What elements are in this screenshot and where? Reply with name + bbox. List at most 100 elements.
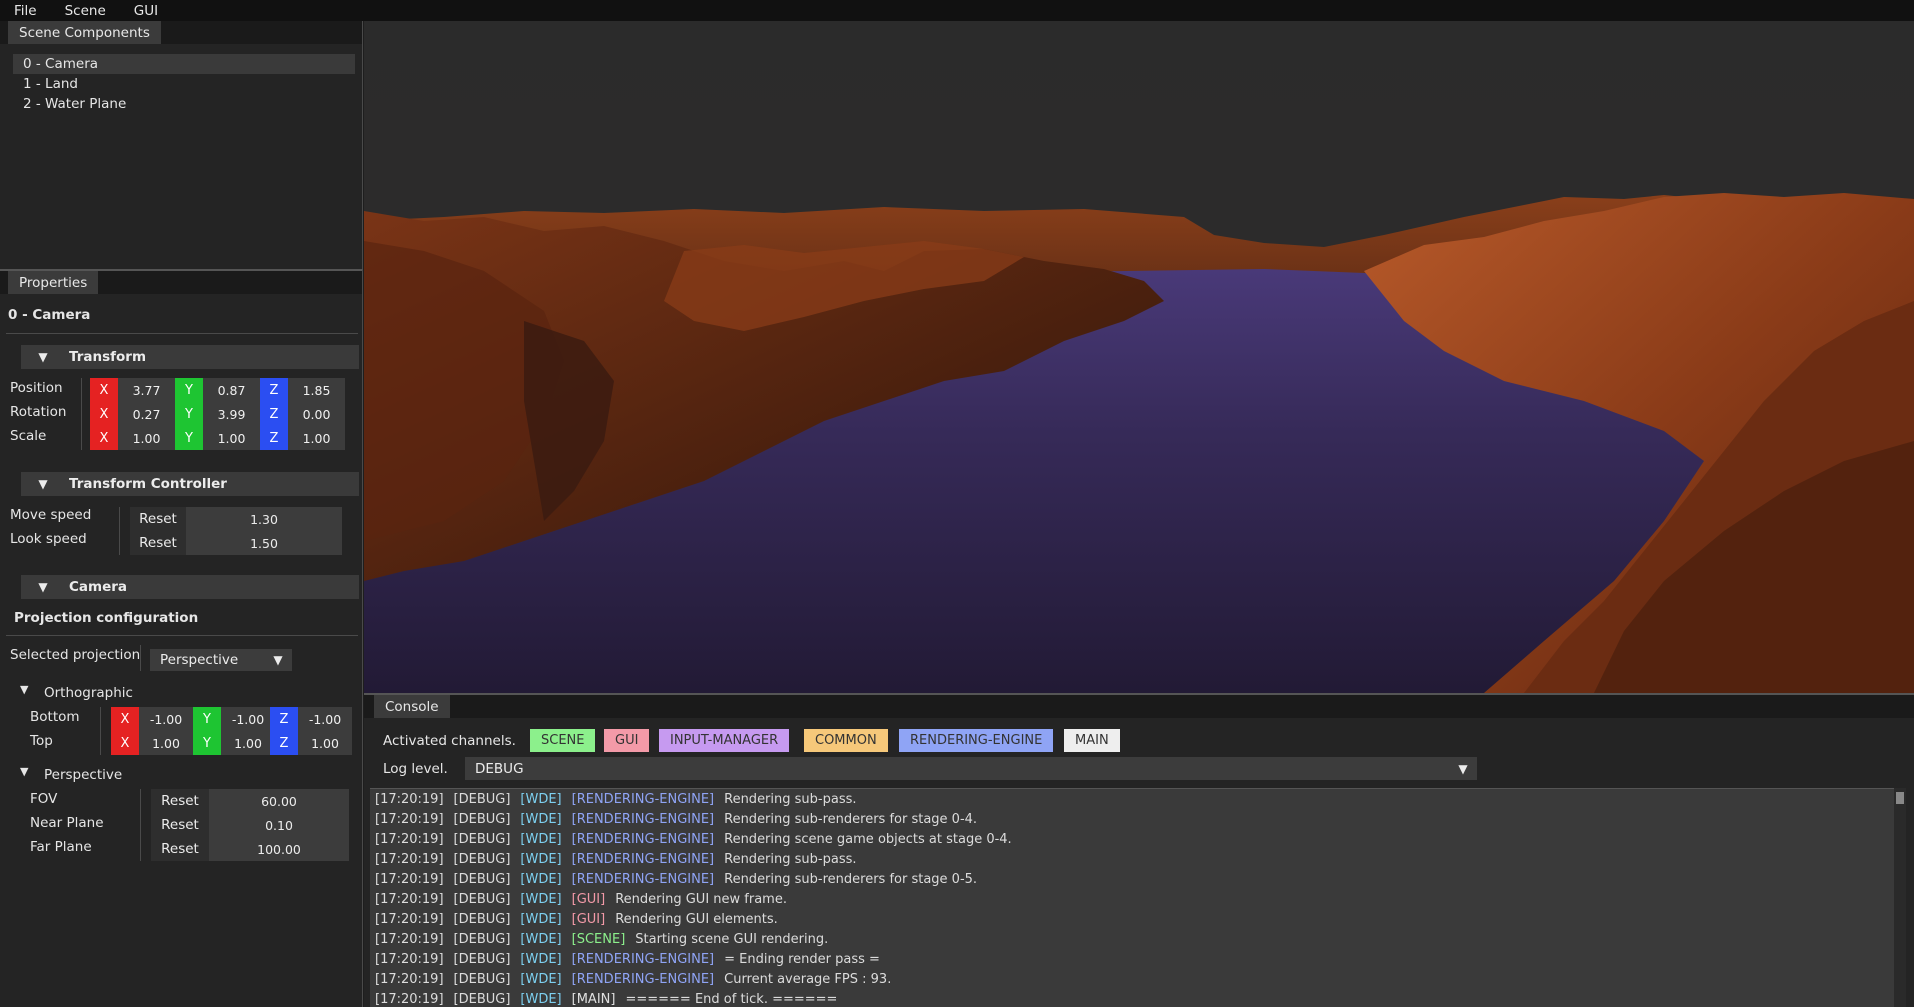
- bottom-x-field[interactable]: -1.00: [139, 707, 193, 731]
- log-source: [WDE]: [520, 971, 562, 987]
- tree-triangle-icon[interactable]: ▼: [20, 765, 28, 778]
- log-time: [17:20:19]: [375, 991, 444, 1007]
- log-level-tag: [DEBUG]: [453, 911, 511, 927]
- log-source: [WDE]: [520, 911, 562, 927]
- scale-x-field[interactable]: 1.00: [118, 426, 175, 450]
- object-name: 0 - Camera: [8, 307, 91, 323]
- near-plane-reset-button[interactable]: Reset: [151, 813, 209, 837]
- log-source: [WDE]: [520, 871, 562, 887]
- rotation-z-field[interactable]: 0.00: [288, 402, 345, 426]
- channel-main[interactable]: MAIN: [1064, 729, 1120, 752]
- far-plane-reset-button[interactable]: Reset: [151, 837, 209, 861]
- console-panel: Console Activated channels. SCENE GUI INPU…: [364, 693, 1914, 1007]
- bottom-z-field[interactable]: -1.00: [298, 707, 352, 731]
- log-level-tag: [DEBUG]: [453, 971, 511, 987]
- move-speed-field[interactable]: 1.30: [186, 507, 342, 531]
- scene-item-land[interactable]: 1 - Land: [13, 74, 355, 94]
- channel-gui[interactable]: GUI: [604, 729, 650, 752]
- position-x-field[interactable]: 3.77: [118, 378, 175, 402]
- position-x-axis-label: X: [90, 378, 118, 402]
- rotation-x-field[interactable]: 0.27: [118, 402, 175, 426]
- scene-components-tab[interactable]: Scene Components: [8, 21, 161, 44]
- log-time: [17:20:19]: [375, 931, 444, 947]
- log-message: = Ending render pass =: [724, 951, 880, 967]
- log-time: [17:20:19]: [375, 831, 444, 847]
- log-source: [WDE]: [520, 811, 562, 827]
- top-z-field[interactable]: 1.00: [298, 731, 352, 755]
- scene-components-panel: Scene Components 0 - Camera 1 - Land 2 -…: [0, 21, 363, 269]
- position-y-field[interactable]: 0.87: [203, 378, 260, 402]
- camera-header[interactable]: ▼ Camera: [21, 575, 359, 599]
- bottom-y-field[interactable]: -1.00: [221, 707, 275, 731]
- activated-channels-label: Activated channels.: [383, 733, 516, 749]
- log-level-tag: [DEBUG]: [453, 931, 511, 947]
- divider: [6, 635, 358, 636]
- log-level-label: Log level.: [383, 761, 448, 777]
- channel-input-manager[interactable]: INPUT-MANAGER: [659, 729, 790, 752]
- look-speed-field[interactable]: 1.50: [186, 531, 342, 555]
- transform-controller-header-label: Transform Controller: [69, 476, 227, 492]
- position-label: Position: [10, 380, 63, 396]
- channel-common[interactable]: COMMON: [804, 729, 888, 752]
- scale-z-field[interactable]: 1.00: [288, 426, 345, 450]
- look-speed-reset-button[interactable]: Reset: [130, 531, 186, 555]
- channel-scene[interactable]: SCENE: [530, 729, 596, 752]
- log-scrollbar[interactable]: [1894, 788, 1906, 1007]
- move-speed-label: Move speed: [10, 507, 92, 523]
- rotation-y-field[interactable]: 3.99: [203, 402, 260, 426]
- properties-panel: Properties 0 - Camera ▼ Transform Positi…: [0, 269, 363, 1007]
- fov-reset-button[interactable]: Reset: [151, 789, 209, 813]
- rotation-y-axis-label: Y: [175, 402, 203, 426]
- bottom-z-axis-label: Z: [270, 707, 298, 731]
- menu-file[interactable]: File: [0, 3, 51, 19]
- scene-item-water-plane[interactable]: 2 - Water Plane: [13, 94, 355, 114]
- top-y-field[interactable]: 1.00: [221, 731, 275, 755]
- rotation-label: Rotation: [10, 404, 67, 420]
- log-time: [17:20:19]: [375, 911, 444, 927]
- menu-scene[interactable]: Scene: [51, 3, 120, 19]
- projection-select[interactable]: Perspective ▼: [150, 649, 292, 671]
- console-tab[interactable]: Console: [374, 695, 450, 718]
- log-message: Starting scene GUI rendering.: [635, 931, 829, 947]
- log-message: Current average FPS : 93.: [724, 971, 892, 987]
- log-line: [17:20:19] [DEBUG] [WDE] [RENDERING-ENGINE]…: [370, 949, 1898, 969]
- log-channel: [RENDERING-ENGINE]: [571, 871, 715, 887]
- transform-header[interactable]: ▼ Transform: [21, 345, 359, 369]
- move-speed-reset-button[interactable]: Reset: [130, 507, 186, 531]
- top-label: Top: [30, 733, 53, 749]
- log-time: [17:20:19]: [375, 811, 444, 827]
- log-level-tag: [DEBUG]: [453, 831, 511, 847]
- log-output[interactable]: [17:20:19] [DEBUG] [WDE] [RENDERING-ENGINE]…: [370, 788, 1898, 1007]
- properties-tab[interactable]: Properties: [8, 271, 99, 294]
- far-plane-field[interactable]: 100.00: [209, 837, 349, 861]
- log-level-tag: [DEBUG]: [453, 871, 511, 887]
- position-z-field[interactable]: 1.85: [288, 378, 345, 402]
- column-separator: [119, 507, 120, 555]
- log-level-select[interactable]: DEBUG ▼: [465, 757, 1477, 780]
- channel-rendering-engine[interactable]: RENDERING-ENGINE: [899, 729, 1054, 752]
- scene-viewport[interactable]: [364, 21, 1914, 693]
- scale-x-axis-label: X: [90, 426, 118, 450]
- log-scrollbar-thumb[interactable]: [1896, 792, 1904, 804]
- perspective-label[interactable]: Perspective: [44, 767, 122, 783]
- menu-gui[interactable]: GUI: [120, 3, 172, 19]
- tree-triangle-icon[interactable]: ▼: [20, 683, 28, 696]
- log-source: [WDE]: [520, 791, 562, 807]
- log-time: [17:20:19]: [375, 871, 444, 887]
- bottom-x-axis-label: X: [111, 707, 139, 731]
- scene-item-camera[interactable]: 0 - Camera: [13, 54, 355, 74]
- dropdown-arrow-icon: ▼: [1458, 761, 1468, 776]
- top-x-field[interactable]: 1.00: [139, 731, 193, 755]
- transform-controller-header[interactable]: ▼ Transform Controller: [21, 472, 359, 496]
- log-channel: [RENDERING-ENGINE]: [571, 971, 715, 987]
- log-line: [17:20:19] [DEBUG] [WDE] [RENDERING-ENGINE]…: [370, 849, 1898, 869]
- near-plane-field[interactable]: 0.10: [209, 813, 349, 837]
- scale-y-field[interactable]: 1.00: [203, 426, 260, 450]
- log-level-tag: [DEBUG]: [453, 851, 511, 867]
- fov-field[interactable]: 60.00: [209, 789, 349, 813]
- look-speed-label: Look speed: [10, 531, 87, 547]
- position-z-axis-label: Z: [260, 378, 288, 402]
- orthographic-label[interactable]: Orthographic: [44, 685, 133, 701]
- log-channel: [GUI]: [571, 911, 606, 927]
- bottom-y-axis-label: Y: [193, 707, 221, 731]
